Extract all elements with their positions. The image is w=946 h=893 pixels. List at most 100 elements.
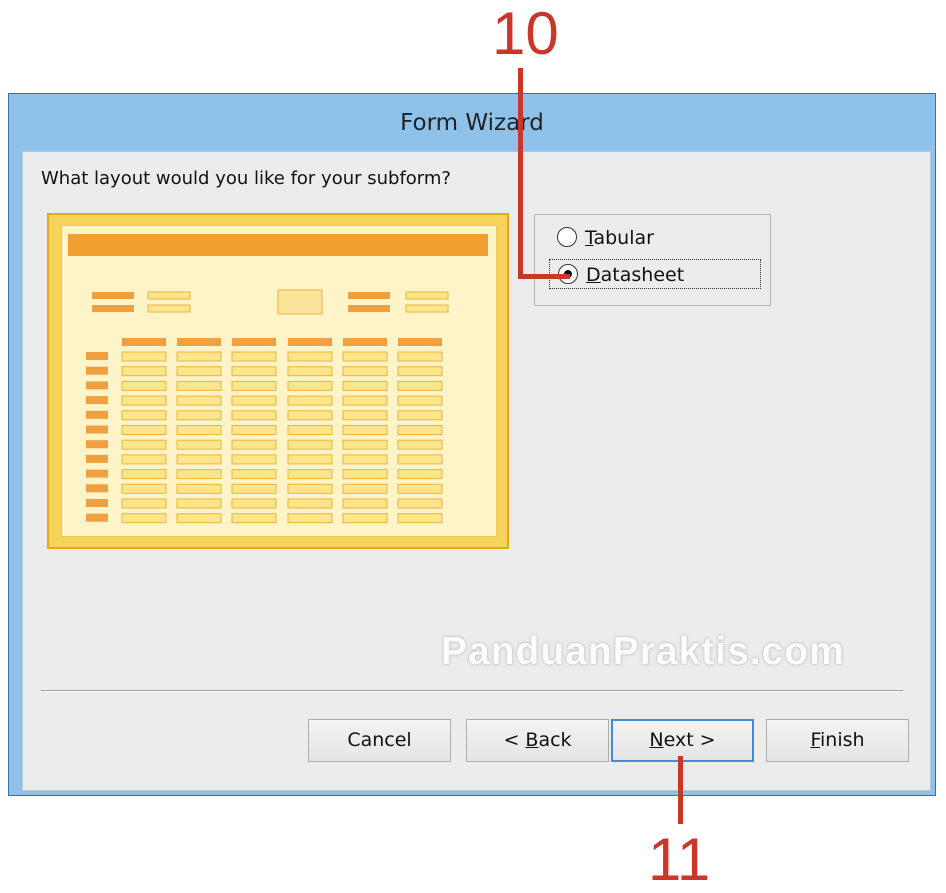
grid-cell	[342, 513, 388, 524]
grid-cell	[397, 469, 443, 480]
grid-cell	[397, 380, 443, 391]
datasheet-option[interactable]: Datasheet	[549, 259, 761, 289]
grid-row-header	[86, 513, 108, 522]
grid-cell	[342, 351, 388, 362]
finish-button[interactable]: Finish	[766, 719, 909, 762]
layout-question: What layout would you like for your subf…	[41, 168, 451, 189]
grid-row-header	[86, 440, 108, 449]
grid-cell	[176, 439, 222, 450]
grid-cell	[397, 351, 443, 362]
grid-cell	[342, 366, 388, 377]
grid-row-header	[86, 396, 108, 405]
grid-cell	[397, 366, 443, 377]
grid-cell	[231, 425, 277, 435]
grid-cell	[231, 351, 277, 362]
form-wizard-window: Form Wizard What layout would you like f…	[8, 93, 936, 796]
grid-row-header	[86, 484, 108, 493]
grid-cell	[231, 454, 277, 465]
grid-cell	[287, 366, 333, 377]
grid-cell	[342, 454, 388, 465]
grid-header-cell	[232, 338, 276, 346]
grid-row-header	[86, 469, 108, 478]
grid-cell	[342, 483, 388, 494]
grid-cell	[397, 513, 443, 524]
grid-cell	[287, 513, 333, 524]
grid-cell	[342, 380, 388, 391]
grid-cell	[176, 454, 222, 465]
grid-cell	[342, 469, 388, 480]
datasheet-label: Datasheet	[586, 264, 685, 286]
grid-header-cell	[343, 338, 387, 346]
grid-cell	[176, 351, 222, 362]
grid-cell	[176, 425, 222, 435]
tabular-option[interactable]: Tabular	[549, 223, 761, 253]
grid-cell	[397, 439, 443, 450]
grid-cell	[287, 439, 333, 450]
grid-cell	[287, 395, 333, 406]
grid-cell	[176, 366, 222, 377]
grid-cell	[342, 439, 388, 450]
layout-preview-image	[47, 213, 509, 549]
grid-cell	[231, 410, 277, 421]
preview-inner-panel	[61, 225, 497, 537]
grid-row-header	[86, 366, 108, 375]
tabular-label: Tabular	[585, 227, 654, 249]
grid-row-header	[86, 499, 108, 507]
datasheet-grid	[86, 338, 443, 524]
grid-cell	[287, 483, 333, 494]
grid-row-header	[86, 381, 108, 390]
grid-cell	[121, 366, 167, 377]
grid-cell	[287, 498, 333, 509]
grid-row-header	[86, 454, 108, 463]
callout-number-10: 10	[492, 0, 559, 67]
grid-cell	[231, 439, 277, 450]
grid-cell	[121, 380, 167, 391]
grid-cell	[231, 483, 277, 494]
callout-11-line	[678, 756, 683, 824]
grid-cell	[342, 410, 388, 421]
grid-cell	[231, 469, 277, 480]
grid-cell	[121, 410, 167, 421]
grid-cell	[231, 366, 277, 377]
grid-cell	[231, 395, 277, 406]
grid-cell	[121, 483, 167, 494]
grid-cell	[176, 410, 222, 421]
grid-cell	[287, 454, 333, 465]
grid-cell	[121, 351, 167, 362]
layout-option-group: Tabular Datasheet	[534, 214, 771, 306]
tabular-radio-button[interactable]	[557, 227, 577, 247]
grid-cell	[121, 439, 167, 450]
grid-row-header	[86, 425, 108, 434]
grid-cell	[121, 498, 167, 509]
grid-cell	[176, 395, 222, 406]
button-separator	[41, 690, 903, 692]
grid-cell	[397, 454, 443, 465]
grid-cell	[121, 425, 167, 435]
grid-cell	[121, 454, 167, 465]
grid-header-cell	[122, 338, 166, 346]
grid-cell	[121, 513, 167, 524]
grid-row-header	[86, 352, 108, 360]
grid-cell	[397, 395, 443, 406]
grid-cell	[231, 513, 277, 524]
datasheet-preview-illustration	[68, 234, 488, 524]
grid-cell	[397, 425, 443, 435]
callout-number-11: 11	[648, 826, 711, 893]
grid-cell	[342, 425, 388, 435]
grid-header-cell	[398, 338, 442, 346]
back-button[interactable]: < Back	[466, 719, 609, 762]
grid-cell	[231, 380, 277, 391]
callout-10-horizontal-line	[518, 274, 570, 279]
grid-header-cell	[177, 338, 221, 346]
grid-cell	[397, 410, 443, 421]
grid-cell	[287, 380, 333, 391]
grid-cell	[287, 469, 333, 480]
grid-cell	[176, 469, 222, 480]
grid-cell	[176, 513, 222, 524]
cancel-button[interactable]: Cancel	[308, 719, 451, 762]
grid-row-header	[86, 410, 108, 419]
grid-cell	[342, 395, 388, 406]
callout-10-vertical-line	[518, 68, 523, 279]
grid-cell	[397, 498, 443, 509]
grid-cell	[121, 469, 167, 480]
